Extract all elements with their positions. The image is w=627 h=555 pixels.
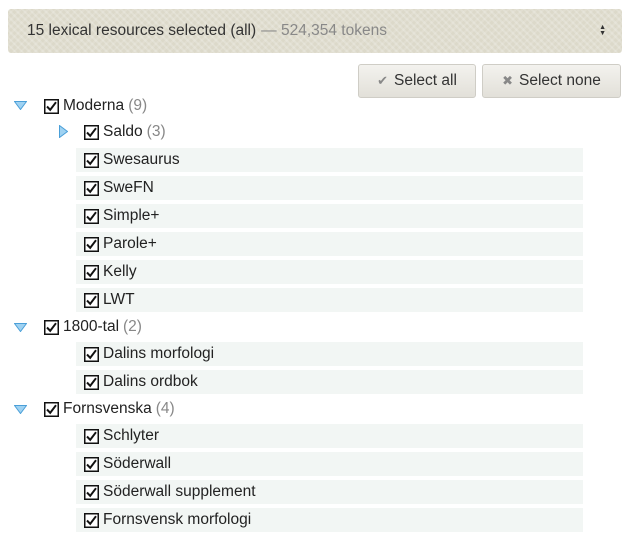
expand-toggle-icon[interactable]	[13, 402, 27, 416]
checkbox-checked-icon[interactable]	[84, 456, 99, 472]
item-label: SweFN	[103, 179, 154, 196]
tree-item[interactable]: Swesaurus	[76, 148, 583, 172]
tree-item[interactable]: Söderwall supplement	[76, 480, 583, 504]
updown-arrows-icon: ▲ ▼	[599, 24, 606, 37]
expand-toggle-icon[interactable]	[13, 98, 27, 112]
group-label: 1800-tal	[63, 318, 120, 335]
subgroup-count: (3)	[146, 123, 166, 140]
token-count: — 524,354 tokens	[261, 22, 387, 39]
item-label: Dalins morfologi	[103, 345, 215, 362]
tree-item[interactable]: LWT	[76, 288, 583, 312]
checkbox-checked-icon[interactable]	[84, 512, 99, 528]
tree-group-1800-tal[interactable]: 1800-tal (2)	[44, 315, 142, 339]
item-label: LWT	[103, 291, 135, 308]
checkbox-checked-icon[interactable]	[44, 401, 59, 417]
item-label: Kelly	[103, 263, 137, 280]
tree-item[interactable]: Kelly	[76, 260, 583, 284]
group-count: (4)	[155, 400, 175, 417]
checkbox-checked-icon[interactable]	[44, 319, 59, 335]
tree-item[interactable]: Simple+	[76, 204, 583, 228]
checkbox-checked-icon[interactable]	[84, 346, 99, 362]
select-all-label: Select all	[394, 72, 457, 89]
tree-group-moderna[interactable]: Moderna (9)	[44, 94, 147, 118]
tree-item[interactable]: Dalins morfologi	[76, 342, 583, 366]
checkbox-checked-icon[interactable]	[84, 484, 99, 500]
item-label: Dalins ordbok	[103, 373, 198, 390]
item-label: Simple+	[103, 207, 160, 224]
group-count: (9)	[128, 97, 148, 114]
item-label: Schlyter	[103, 427, 159, 444]
tree-subgroup-saldo[interactable]: Saldo (3)	[84, 120, 166, 144]
select-none-button[interactable]: ✖ Select none	[482, 64, 621, 98]
checkbox-checked-icon[interactable]	[84, 236, 99, 252]
checkmark-icon: ✔	[377, 73, 388, 88]
checkbox-checked-icon[interactable]	[84, 180, 99, 196]
tree-item[interactable]: Schlyter	[76, 424, 583, 448]
item-label: Fornsvensk morfologi	[103, 511, 252, 528]
item-label: Söderwall supplement	[103, 483, 256, 500]
tree-item[interactable]: Parole+	[76, 232, 583, 256]
checkbox-checked-icon[interactable]	[84, 374, 99, 390]
select-none-label: Select none	[519, 72, 601, 89]
item-label: Swesaurus	[103, 151, 180, 168]
tree-item[interactable]: SweFN	[76, 176, 583, 200]
checkbox-checked-icon[interactable]	[84, 264, 99, 280]
checkbox-checked-icon[interactable]	[84, 124, 99, 140]
selection-summary: 15 lexical resources selected (all)	[27, 22, 257, 39]
tree-item[interactable]: Söderwall	[76, 452, 583, 476]
checkbox-checked-icon[interactable]	[84, 152, 99, 168]
checkbox-checked-icon[interactable]	[44, 98, 59, 114]
item-label: Söderwall	[103, 455, 172, 472]
collapse-toggle-icon[interactable]	[56, 124, 70, 138]
group-label: Fornsvenska	[63, 400, 152, 417]
item-label: Parole+	[103, 235, 157, 252]
tree-item[interactable]: Dalins ordbok	[76, 370, 583, 394]
checkbox-checked-icon[interactable]	[84, 292, 99, 308]
group-label: Moderna	[63, 97, 125, 114]
expand-toggle-icon[interactable]	[13, 320, 27, 334]
tree-group-fornsvenska[interactable]: Fornsvenska (4)	[44, 397, 175, 421]
cross-icon: ✖	[502, 73, 514, 88]
group-count: (2)	[123, 318, 142, 335]
corpus-selector-dropdown[interactable]: 15 lexical resources selected (all) — 52…	[8, 9, 622, 53]
tree-item[interactable]: Fornsvensk morfologi	[76, 508, 583, 532]
select-all-button[interactable]: ✔ Select all	[358, 64, 476, 98]
checkbox-checked-icon[interactable]	[84, 208, 99, 224]
checkbox-checked-icon[interactable]	[84, 428, 99, 444]
subgroup-label: Saldo	[103, 123, 143, 140]
